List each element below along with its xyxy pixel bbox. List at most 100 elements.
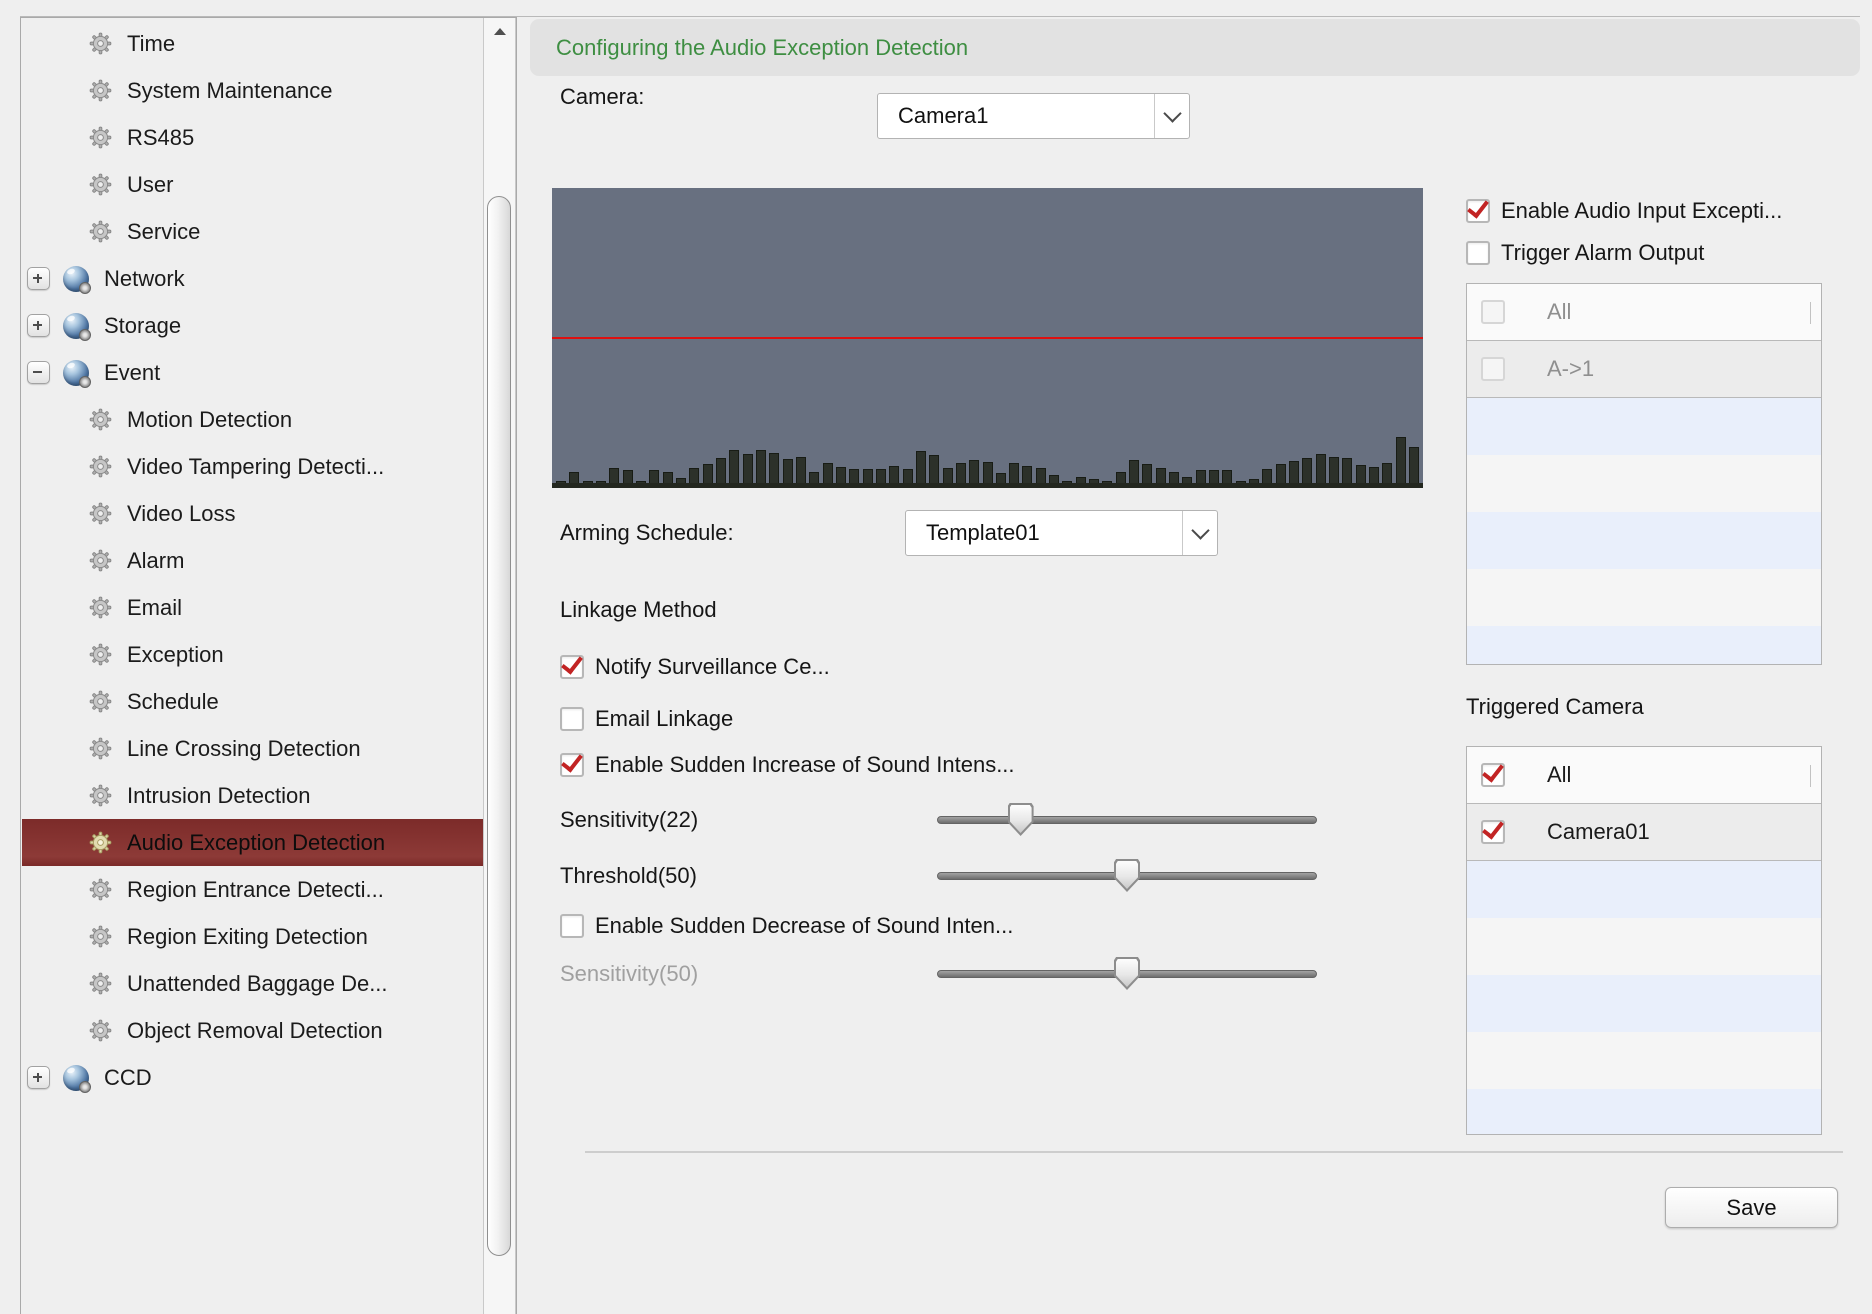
email-linkage-label: Email Linkage	[595, 706, 733, 732]
waveform-bar	[1156, 468, 1166, 484]
gear-icon	[89, 925, 112, 948]
storage-globe-icon	[63, 313, 89, 339]
waveform-bar	[743, 454, 753, 484]
sidebar-item-object-removal-detection[interactable]: Object Removal Detection	[22, 1007, 483, 1054]
notify-surveillance-checkbox-row[interactable]: Notify Surveillance Ce...	[560, 652, 830, 682]
alarm-output-a1-checkbox[interactable]	[1481, 357, 1505, 381]
alarm-output-row-all[interactable]: All	[1467, 284, 1821, 341]
network-globe-icon	[63, 266, 89, 292]
waveform-bar	[1342, 458, 1352, 484]
sidebar-item-schedule[interactable]: Schedule	[22, 678, 483, 725]
alarm-output-table: All A->1	[1466, 283, 1822, 665]
dropdown-arrow-button[interactable]	[1182, 511, 1217, 555]
sidebar-item-label: Audio Exception Detection	[127, 830, 385, 856]
expand-plus-icon[interactable]	[27, 314, 50, 337]
trigger-alarm-output-checkbox[interactable]	[1466, 241, 1490, 265]
slider-track[interactable]	[937, 816, 1317, 824]
save-button[interactable]: Save	[1665, 1187, 1838, 1228]
dropdown-arrow-button[interactable]	[1154, 94, 1189, 138]
gear-icon	[89, 79, 112, 102]
notify-surveillance-label: Notify Surveillance Ce...	[595, 654, 830, 680]
sidebar-item-event[interactable]: Event	[22, 349, 483, 396]
sidebar-item-network[interactable]: Network	[22, 255, 483, 302]
sidebar-item-label: Line Crossing Detection	[127, 736, 361, 762]
waveform-bar	[1276, 464, 1286, 484]
alarm-output-row-a1[interactable]: A->1	[1467, 341, 1821, 398]
waveform-bar	[1129, 460, 1139, 484]
sidebar-item-user[interactable]: User	[22, 161, 483, 208]
table-filler-row	[1467, 861, 1821, 918]
sidebar-item-ccd[interactable]: CCD	[22, 1054, 483, 1101]
threshold-slider[interactable]	[937, 859, 1317, 893]
sidebar-item-rs485[interactable]: RS485	[22, 114, 483, 161]
table-cell-label: A->1	[1547, 356, 1594, 382]
email-linkage-checkbox-row[interactable]: Email Linkage	[560, 704, 733, 734]
slider-handle[interactable]	[1008, 803, 1034, 836]
waveform-bars	[556, 424, 1419, 484]
sudden-decrease-checkbox-row[interactable]: Enable Sudden Decrease of Sound Inten...	[560, 911, 1013, 941]
email-linkage-checkbox[interactable]	[560, 707, 584, 731]
expand-plus-icon[interactable]	[27, 1066, 50, 1089]
sudden-increase-label: Enable Sudden Increase of Sound Intens..…	[595, 752, 1015, 778]
waveform-bar	[1396, 437, 1406, 484]
sidebar-item-label: Region Entrance Detecti...	[127, 877, 384, 903]
chevron-down-icon	[1163, 104, 1181, 122]
waveform-bar	[983, 462, 993, 484]
sudden-decrease-checkbox[interactable]	[560, 914, 584, 938]
sidebar-item-label: Unattended Baggage De...	[127, 971, 388, 997]
waveform-bar	[1196, 470, 1206, 484]
scrollbar-thumb[interactable]	[487, 196, 511, 1256]
waveform-bar	[1262, 469, 1272, 484]
sidebar-item-region-entrance-detection[interactable]: Region Entrance Detecti...	[22, 866, 483, 913]
sidebar-item-exception[interactable]: Exception	[22, 631, 483, 678]
sidebar-item-alarm[interactable]: Alarm	[22, 537, 483, 584]
waveform-bar	[756, 450, 766, 484]
notify-surveillance-checkbox[interactable]	[560, 655, 584, 679]
sidebar-item-email[interactable]: Email	[22, 584, 483, 631]
waveform-bar	[1409, 447, 1419, 484]
expand-plus-icon[interactable]	[27, 267, 50, 290]
sidebar-scrollbar[interactable]	[483, 18, 516, 1314]
gear-icon	[89, 972, 112, 995]
triggered-camera-row-all[interactable]: All	[1467, 747, 1821, 804]
waveform-bar	[956, 463, 966, 484]
alarm-output-all-checkbox[interactable]	[1481, 300, 1505, 324]
enable-audio-input-checkbox[interactable]	[1466, 199, 1490, 223]
sudden-increase-checkbox[interactable]	[560, 753, 584, 777]
scrollbar-up-button[interactable]	[484, 18, 515, 44]
settings-tree: Time System Maintenance RS485 User Servi…	[22, 20, 483, 1101]
waveform-bar	[1022, 466, 1032, 484]
sidebar-item-line-crossing-detection[interactable]: Line Crossing Detection	[22, 725, 483, 772]
waveform-bar	[716, 458, 726, 484]
camera-select[interactable]: Camera1	[877, 93, 1190, 139]
sidebar-item-video-tampering-detection[interactable]: Video Tampering Detecti...	[22, 443, 483, 490]
sidebar-item-unattended-baggage-detection[interactable]: Unattended Baggage De...	[22, 960, 483, 1007]
sidebar-item-storage[interactable]: Storage	[22, 302, 483, 349]
arming-schedule-select[interactable]: Template01	[905, 510, 1218, 556]
waveform-bar	[1302, 458, 1312, 484]
triggered-camera-camera01-checkbox[interactable]	[1481, 820, 1505, 844]
sidebar-item-audio-exception-detection[interactable]: Audio Exception Detection	[22, 819, 483, 866]
triggered-camera-row-camera01[interactable]: Camera01	[1467, 804, 1821, 861]
collapse-minus-icon[interactable]	[27, 361, 50, 384]
enable-audio-input-checkbox-row[interactable]: Enable Audio Input Excepti...	[1466, 196, 1782, 226]
sidebar-item-service[interactable]: Service	[22, 208, 483, 255]
sidebar-item-motion-detection[interactable]: Motion Detection	[22, 396, 483, 443]
waveform-bar	[689, 468, 699, 484]
gear-icon	[89, 549, 112, 572]
slider-handle[interactable]	[1114, 957, 1140, 990]
sidebar-item-video-loss[interactable]: Video Loss	[22, 490, 483, 537]
sensitivity-decrease-slider[interactable]	[937, 957, 1317, 991]
sidebar-item-region-exiting-detection[interactable]: Region Exiting Detection	[22, 913, 483, 960]
sudden-increase-checkbox-row[interactable]: Enable Sudden Increase of Sound Intens..…	[560, 750, 1015, 780]
triggered-camera-all-checkbox[interactable]	[1481, 763, 1505, 787]
sidebar-item-label: Storage	[104, 313, 181, 339]
slider-handle[interactable]	[1114, 859, 1140, 892]
sensitivity-decrease-label: Sensitivity(50)	[560, 961, 698, 987]
waveform-bar	[609, 468, 619, 484]
sidebar-item-intrusion-detection[interactable]: Intrusion Detection	[22, 772, 483, 819]
sidebar-item-system-maintenance[interactable]: System Maintenance	[22, 67, 483, 114]
sensitivity-increase-slider[interactable]	[937, 803, 1317, 837]
trigger-alarm-output-checkbox-row[interactable]: Trigger Alarm Output	[1466, 238, 1704, 268]
sidebar-item-time[interactable]: Time	[22, 20, 483, 67]
